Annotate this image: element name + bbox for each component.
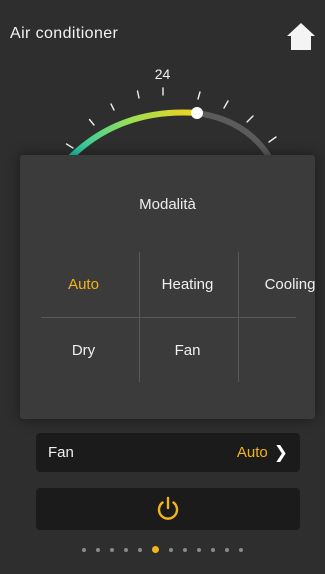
page-dot[interactable] <box>239 548 243 552</box>
mode-options-grid: Auto Heating Cooling Dry Fan <box>41 252 315 382</box>
fan-value: Auto ❯ <box>237 443 288 463</box>
page-dot[interactable] <box>211 548 215 552</box>
mode-popup-title: Modalità <box>139 196 196 213</box>
mode-option-dry[interactable]: Dry <box>41 318 126 382</box>
power-icon <box>157 496 179 520</box>
page-dot[interactable] <box>225 548 229 552</box>
page-dot[interactable] <box>197 548 201 552</box>
temperature-dial[interactable] <box>0 58 325 168</box>
fan-value-text: Auto <box>236 444 268 461</box>
mode-option-cooling[interactable]: Cooling <box>244 252 325 316</box>
chevron-right-icon: ❯ <box>273 442 288 462</box>
mode-option-fan[interactable]: Fan <box>145 318 230 382</box>
page-dot[interactable] <box>110 548 114 552</box>
page-dot[interactable] <box>169 548 173 552</box>
page-dot[interactable] <box>82 548 86 552</box>
home-icon[interactable] <box>286 21 316 51</box>
page-dot[interactable] <box>124 548 128 552</box>
page-dot[interactable] <box>183 548 187 552</box>
dial-knob[interactable] <box>191 107 203 119</box>
mode-option-empty <box>244 318 325 382</box>
dial-arc-inactive <box>194 110 271 158</box>
mode-popup: Modalità Auto Heating Cooling Dry Fan <box>20 155 315 419</box>
mode-option-heating[interactable]: Heating <box>145 252 230 316</box>
page-dot[interactable] <box>138 548 142 552</box>
page-dot[interactable] <box>96 548 100 552</box>
page-dot-active[interactable] <box>152 546 159 553</box>
mode-option-auto[interactable]: Auto <box>41 252 126 316</box>
fan-label: Fan <box>48 444 74 461</box>
app-title: Air conditioner <box>10 25 119 42</box>
power-button[interactable] <box>36 488 300 530</box>
page-indicator <box>0 546 325 553</box>
fan-speed-row[interactable]: Fan Auto ❯ <box>36 433 300 472</box>
